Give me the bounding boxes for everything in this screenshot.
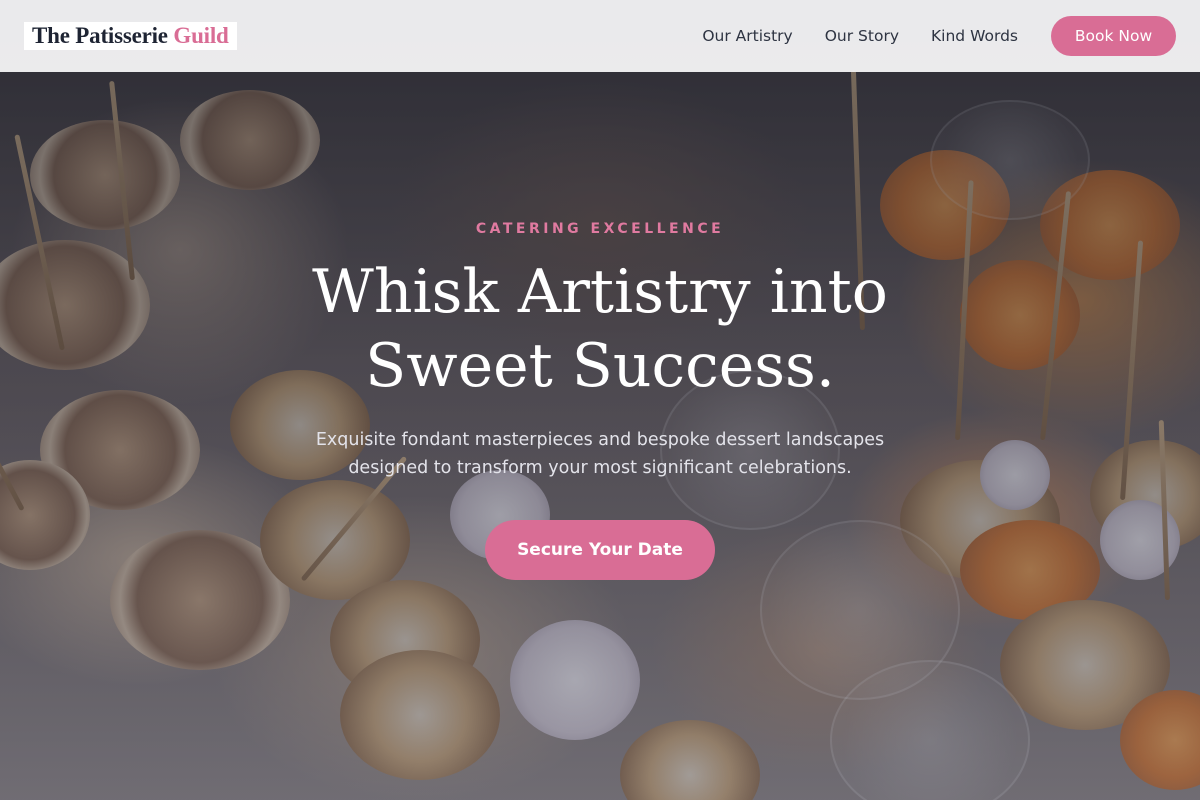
- hero-headline-line-2: Sweet Success.: [365, 331, 835, 401]
- secure-your-date-button[interactable]: Secure Your Date: [485, 520, 715, 580]
- hero-subtitle-line-1: Exquisite fondant masterpieces and bespo…: [315, 430, 885, 450]
- hero-headline-line-1: Whisk Artistry into: [312, 257, 888, 327]
- hero-subtitle: Exquisite fondant masterpieces and bespo…: [0, 426, 1200, 482]
- hero-eyebrow: CATERING EXCELLENCE: [475, 221, 725, 237]
- hero-subtitle-line-2: designed to transform your most signific…: [348, 458, 852, 478]
- hero-headline: Whisk Artistry into Sweet Success.: [0, 255, 1200, 403]
- hero-section: CATERING EXCELLENCE Whisk Artistry into …: [0, 0, 1200, 800]
